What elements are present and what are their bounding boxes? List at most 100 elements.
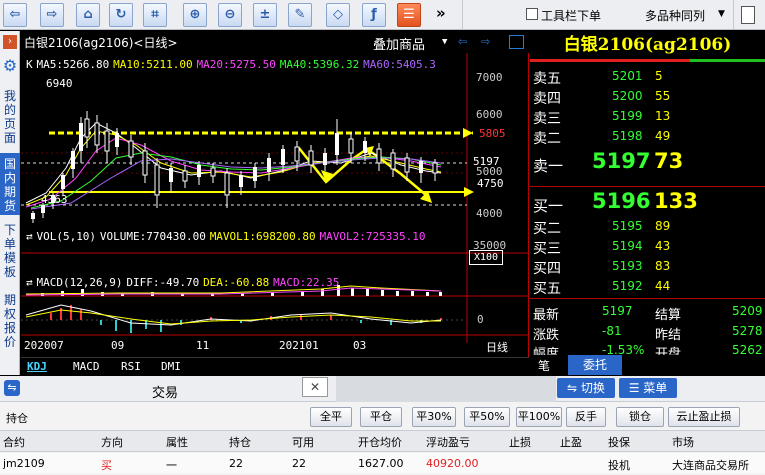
nav-my-page[interactable]: 我的页面 [0, 89, 20, 149]
chart-maximize-icon[interactable] [509, 35, 524, 49]
bid-price[interactable]: 5196 [592, 189, 650, 213]
bid-price[interactable]: 5195 [612, 219, 643, 233]
more-chevron-icon[interactable]: » [436, 4, 446, 22]
tab-rsi[interactable]: RSI [121, 360, 141, 373]
macd-dea-line [25, 309, 441, 325]
nav-my-page-label: 我的页面 [4, 89, 17, 145]
nav-domestic-futures[interactable]: 国内期货 [0, 153, 20, 215]
bid-level-row[interactable]: 买四 5193 83 [530, 257, 765, 277]
macd-settings-icon[interactable]: ⇄ [26, 276, 33, 289]
quote-title-bar-red [530, 59, 690, 62]
multi-variety-dropdown[interactable]: 多品种同列 [645, 7, 705, 24]
bid-price[interactable]: 5193 [612, 259, 643, 273]
bid-price[interactable]: 5194 [612, 239, 643, 253]
tab-kdj[interactable]: KDJ [27, 360, 47, 373]
toolbar-order-checkbox[interactable] [526, 8, 538, 20]
ask-level-row[interactable]: 卖四 5200 55 [530, 87, 765, 107]
tab-ticks[interactable]: 笔 [538, 357, 550, 374]
column-header[interactable]: 持仓 [229, 434, 251, 450]
column-header[interactable]: 可用 [292, 434, 314, 450]
position-action-button[interactable]: 锁仓 [616, 407, 664, 427]
column-header[interactable]: 属性 [166, 434, 188, 450]
price-tick-7000: 7000 [476, 71, 503, 84]
ask-level-row[interactable]: 卖一 5197 73 [530, 149, 765, 175]
home-icon[interactable]: ⌂ [76, 3, 100, 27]
zoom-in-icon[interactable]: ⊕ [183, 3, 207, 27]
menu-button[interactable]: ☰ 菜单 [619, 378, 677, 398]
ask-price[interactable]: 5199 [612, 109, 643, 123]
position-action-button[interactable]: 全平 [310, 407, 352, 427]
bid-level-row[interactable]: 买五 5192 44 [530, 277, 765, 297]
table-cell: 22 [229, 457, 243, 470]
tag-icon[interactable]: ◇ [326, 3, 350, 27]
column-header[interactable]: 止损 [509, 434, 531, 450]
column-header[interactable]: 方向 [101, 434, 123, 450]
menu-label: 菜单 [643, 381, 668, 395]
column-header[interactable]: 止盈 [560, 434, 582, 450]
pen-draw-icon[interactable]: ✎ [288, 3, 312, 27]
list-menu-icon[interactable]: ☰ [397, 3, 421, 27]
kline-chart-area[interactable]: 白银2106(ag2106)<日线> 叠加商品 ▼ ⇦ ⇨ K MA5:5266… [21, 31, 529, 375]
bid-level-row[interactable]: 买一 5196 133 [530, 189, 765, 215]
column-header[interactable]: 市场 [672, 434, 694, 450]
back-arrow-icon[interactable]: ⇦ [3, 3, 27, 27]
calculator-icon[interactable]: ± [253, 3, 277, 27]
bid-level-row[interactable]: 买二 5195 89 [530, 217, 765, 237]
collapse-arrow-icon[interactable]: › [3, 35, 17, 49]
chart-forward-icon[interactable]: ⇨ [481, 32, 490, 50]
refresh-icon[interactable]: ↻ [109, 3, 133, 27]
crop-icon[interactable]: ⌗ [143, 3, 167, 27]
ask-price[interactable]: 5200 [612, 89, 643, 103]
ask-price[interactable]: 5201 [612, 69, 643, 83]
chart-back-icon[interactable]: ⇦ [458, 32, 467, 50]
tab-orders[interactable]: 委托 [568, 355, 622, 375]
ask-level-row[interactable]: 卖三 5199 13 [530, 107, 765, 127]
position-action-button[interactable]: 平30% [412, 407, 456, 427]
macd-tick-0: 0 [477, 313, 484, 326]
tab-macd[interactable]: MACD [73, 360, 100, 373]
nav-option-quote[interactable]: 期权报价 [0, 293, 20, 353]
macd-legend: ⇄ MACD(12,26,9) DIFF:-49.70 DEA:-60.88 M… [26, 275, 466, 289]
vol-value: VOLUME:770430.00 [99, 230, 206, 243]
macd-value: MACD:22.35 [273, 276, 340, 289]
panel-toggle-icon[interactable] [741, 6, 755, 24]
position-tab[interactable]: 持仓 [6, 410, 28, 426]
column-header[interactable]: 投保 [608, 434, 630, 450]
switch-icon: ⇋ [567, 381, 581, 395]
macd-diff: DIFF:-49.70 [126, 276, 200, 289]
bid-level-row[interactable]: 买三 5194 43 [530, 237, 765, 257]
bid-level-label: 买一 [533, 197, 564, 215]
zoom-out-icon[interactable]: ⊖ [218, 3, 242, 27]
position-action-button[interactable]: 反手 [566, 407, 606, 427]
column-header[interactable]: 合约 [3, 434, 25, 450]
bid-price[interactable]: 5192 [612, 279, 643, 293]
trade-close-icon[interactable]: ✕ [302, 377, 328, 397]
ask-level-row[interactable]: 卖二 5198 49 [530, 127, 765, 147]
low-price-label: 4363 [41, 193, 68, 206]
table-cell: 一 [166, 459, 177, 472]
forward-arrow-icon[interactable]: ⇨ [40, 3, 64, 27]
position-action-button[interactable]: 平仓 [360, 407, 402, 427]
tab-dmi[interactable]: DMI [161, 360, 181, 373]
chevron-down-icon[interactable]: ▼ [718, 9, 725, 19]
stat-v1: -81 [602, 324, 622, 338]
overlay-commodity-dropdown[interactable]: 叠加商品 [373, 34, 425, 53]
volume-settings-icon[interactable]: ⇄ [26, 230, 33, 243]
overlay-chevron-down-icon[interactable]: ▼ [442, 37, 447, 47]
switch-button[interactable]: ⇋ 切换 [557, 378, 615, 398]
ask-price[interactable]: 5198 [612, 129, 643, 143]
position-action-button[interactable]: 云止盈止损 [668, 407, 740, 427]
gear-icon[interactable]: ⚙ [1, 57, 19, 75]
ask-price[interactable]: 5197 [592, 149, 650, 173]
ask-volume: 49 [655, 129, 671, 143]
indicator-tabs: KDJ MACD RSI DMI [21, 357, 529, 375]
nav-order-template[interactable]: 下单模板 [0, 223, 20, 283]
toolbar-order-label[interactable]: 工具栏下单 [541, 7, 601, 24]
ask-level-row[interactable]: 卖五 5201 5 [530, 67, 765, 87]
position-action-button[interactable]: 平50% [464, 407, 510, 427]
xaxis-label-09: 09 [111, 339, 125, 352]
position-action-button[interactable]: 平100% [516, 407, 562, 427]
column-header[interactable]: 开仓均价 [358, 434, 402, 450]
formula-icon[interactable]: ƒ [362, 3, 386, 27]
column-header[interactable]: 浮动盈亏 [426, 434, 470, 450]
